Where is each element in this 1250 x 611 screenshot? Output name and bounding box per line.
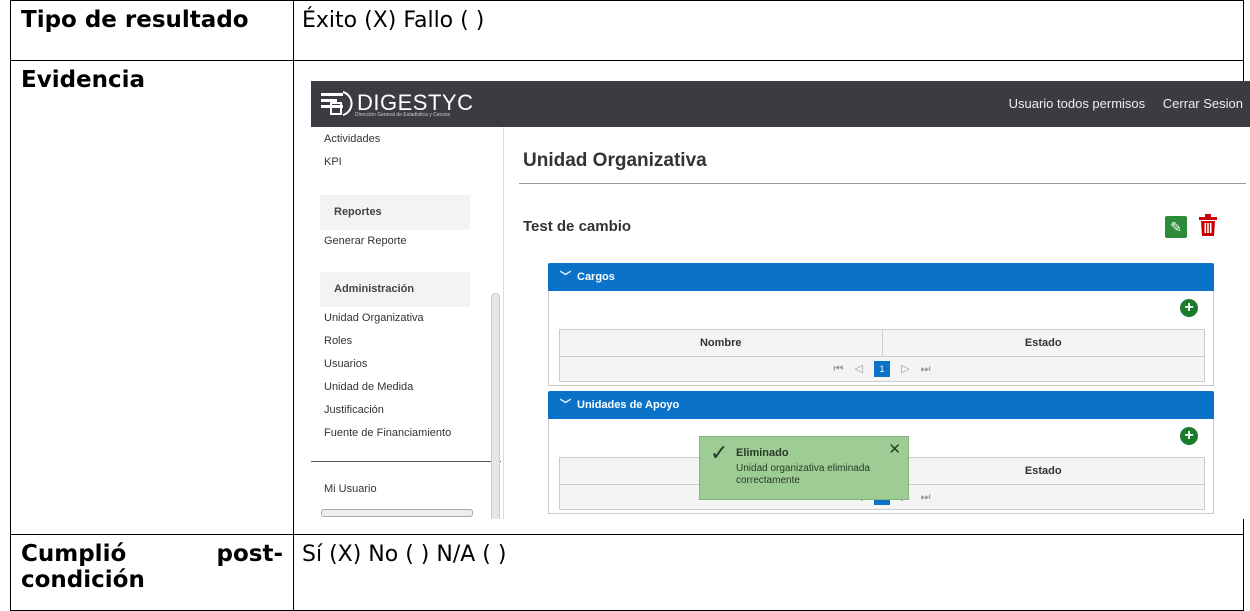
sidebar-item-roles[interactable]: Roles (324, 335, 352, 347)
test-result-table: Tipo de resultado Éxito (X) Fallo ( ) Ev… (10, 0, 1250, 611)
sidebar-item-actividades[interactable]: Actividades (324, 133, 380, 145)
title-divider (519, 183, 1246, 184)
cargos-pager: ⏮ ◁ 1 ▷ ⏭ (560, 357, 1204, 381)
brand-subtitle: Dirección General de Estadística y Censo… (355, 112, 451, 118)
sidebar-item-unidad-de-medida[interactable]: Unidad de Medida (324, 381, 413, 393)
logo-icon (321, 90, 353, 116)
page-number-current[interactable]: 1 (874, 361, 890, 377)
plus-icon: + (1184, 299, 1194, 316)
prev-page-icon[interactable]: ◁ (854, 363, 862, 375)
current-user-link[interactable]: Usuario todos permisos (1009, 96, 1146, 111)
sidebar-item-usuarios[interactable]: Usuarios (324, 358, 367, 370)
pencil-icon: ✎ (1170, 219, 1182, 235)
edit-button[interactable]: ✎ (1165, 216, 1187, 238)
checkmark-icon: ✓ (710, 440, 729, 465)
add-cargo-button[interactable]: + (1180, 299, 1198, 317)
sidebar: Actividades KPI Reportes Generar Reporte… (311, 127, 504, 519)
close-icon[interactable]: ✕ (888, 440, 901, 458)
trash-icon (1199, 214, 1217, 236)
result-type-value: Éxito (X) Fallo ( ) (293, 0, 1244, 61)
entity-name: Test de cambio (523, 218, 632, 235)
toast-message: Unidad organizativa eliminada correctame… (736, 463, 870, 486)
sidebar-section-reportes: Reportes (320, 195, 470, 230)
postcondition-label-part1: Cumplió (21, 541, 127, 567)
toast-title: Eliminado (736, 447, 789, 459)
add-unidad-apoyo-button[interactable]: + (1180, 427, 1198, 445)
column-estado[interactable]: Estado (883, 330, 1205, 356)
sidebar-horizontal-scrollbar[interactable] (321, 509, 473, 517)
sidebar-item-mi-usuario[interactable]: Mi Usuario (324, 483, 377, 495)
cargos-table-header: Nombre Estado (560, 330, 1204, 357)
plus-icon: + (1184, 427, 1194, 444)
app-topbar: DIGESTYC Dirección General de Estadístic… (311, 81, 1250, 127)
sidebar-item-fuente-financiamiento[interactable]: Fuente de Financiamiento (324, 427, 451, 439)
sidebar-item-unidad-organizativa[interactable]: Unidad Organizativa (324, 312, 424, 324)
next-page-icon[interactable]: ▷ (901, 363, 909, 375)
sidebar-section-administracion: Administración (320, 272, 470, 307)
last-page-icon[interactable]: ⏭ (921, 491, 931, 503)
delete-button[interactable] (1199, 214, 1217, 241)
first-page-icon[interactable]: ⏮ (834, 363, 844, 375)
evidence-cell: DIGESTYC Dirección General de Estadístic… (293, 60, 1250, 535)
chevron-down-icon: ﹀ (560, 271, 571, 283)
logout-link[interactable]: Cerrar Sesion (1163, 96, 1243, 111)
postcondition-label-part2: post- (216, 541, 284, 567)
sidebar-item-generar-reporte[interactable]: Generar Reporte (324, 235, 407, 247)
postcondition-label: Cumplió post- condición (10, 534, 294, 611)
panel-cargos-body: + Nombre Estado ⏮ ◁ 1 ▷ ⏭ (548, 291, 1214, 386)
panel-cargos-header[interactable]: ﹀ Cargos (548, 263, 1214, 291)
sidebar-item-justificacion[interactable]: Justificación (324, 404, 384, 416)
user-menu: Usuario todos permisos Cerrar Sesion (995, 96, 1243, 111)
evidence-label: Evidencia (10, 60, 294, 535)
brand-name: DIGESTYC (357, 90, 474, 115)
postcondition-label-part3: condición (21, 567, 145, 593)
sidebar-divider (311, 461, 501, 462)
sidebar-scrollbar[interactable] (491, 293, 500, 519)
column-estado[interactable]: Estado (883, 458, 1205, 484)
panel-unidades-apoyo-header[interactable]: ﹀ Unidades de Apoyo (548, 391, 1214, 419)
panel-cargos: ﹀ Cargos + Nombre Estado ⏮ ◁ 1 ▷ ⏭ (548, 263, 1214, 386)
postcondition-value: Sí (X) No ( ) N/A ( ) (293, 534, 1244, 611)
chevron-down-icon: ﹀ (560, 399, 571, 411)
column-nombre[interactable]: Nombre (560, 330, 883, 356)
cargos-table: Nombre Estado ⏮ ◁ 1 ▷ ⏭ (559, 329, 1205, 382)
last-page-icon[interactable]: ⏭ (921, 363, 931, 375)
success-toast: ✓ Eliminado ✕ Unidad organizativa elimin… (699, 436, 909, 500)
sidebar-item-kpi[interactable]: KPI (324, 156, 342, 168)
evidence-screenshot: DIGESTYC Dirección General de Estadístic… (311, 81, 1250, 519)
result-type-label: Tipo de resultado (10, 0, 294, 61)
page-title: Unidad Organizativa (523, 150, 707, 171)
